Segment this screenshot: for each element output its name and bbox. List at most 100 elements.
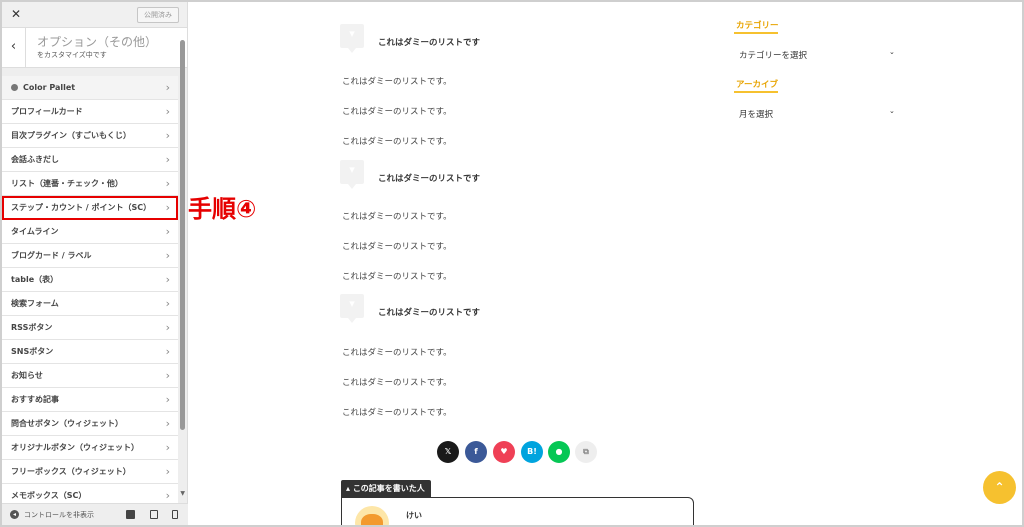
sidebar-item-contact-button[interactable]: 問合せボタン（ウィジェット） › — [2, 412, 178, 436]
mobile-preview-icon[interactable] — [172, 510, 178, 519]
chevron-right-icon: › — [165, 153, 170, 166]
list-icon: ▾ — [340, 160, 364, 189]
list-item: これはダミーのリストです。 — [342, 77, 452, 87]
close-icon[interactable]: ✕ — [11, 7, 21, 21]
chevron-right-icon: › — [165, 417, 170, 430]
avatar — [355, 506, 389, 527]
list-item: これはダミーのリストです。 — [342, 107, 452, 117]
category-widget-title: カテゴリー — [736, 21, 779, 31]
category-title-underline — [734, 32, 778, 34]
sidebar-item-table[interactable]: table（表） › — [2, 268, 178, 292]
list-title: これはダミーのリストです — [378, 38, 481, 48]
sidebar-item-profile-card[interactable]: プロフィールカード › — [2, 100, 178, 124]
sidebar-item-notice[interactable]: お知らせ › — [2, 364, 178, 388]
author-tag-label: この記事を書いた人 — [352, 484, 425, 493]
step-annotation: 手順④ — [188, 195, 257, 223]
chevron-right-icon: › — [165, 201, 170, 214]
sidebar-item-label: メモボックス（SC） — [11, 491, 87, 500]
hide-controls-icon[interactable]: ◂ — [10, 510, 19, 519]
published-button[interactable]: 公開済み — [137, 7, 179, 23]
sidebar-item-label: RSSボタン — [11, 323, 53, 332]
sidebar-item-timeline[interactable]: タイムライン › — [2, 220, 178, 244]
list-item: これはダミーのリストです。 — [342, 137, 452, 147]
sidebar-item-label: ステップ・カウント / ポイント（SC） — [11, 203, 152, 212]
x-icon: 𝕏 — [444, 447, 452, 456]
list-item: これはダミーのリストです。 — [342, 242, 452, 252]
list-icon: ▾ — [340, 294, 364, 323]
sidebar-item-speech-bubble[interactable]: 会話ふきだし › — [2, 148, 178, 172]
sidebar-item-label: リスト（連番・チェック・他） — [11, 179, 123, 188]
author-tag: ▴ この記事を書いた人 — [341, 480, 431, 497]
pocket-icon: ♥ — [500, 447, 508, 456]
tablet-preview-icon[interactable] — [150, 510, 158, 519]
option-list: Color Pallet › プロフィールカード › 目次プラグイン（すごいもくじ）… — [2, 76, 178, 508]
author-box: けい — [341, 497, 694, 527]
archive-select[interactable]: 月を選択 — [739, 108, 773, 120]
chevron-right-icon: › — [165, 249, 170, 262]
chevron-right-icon: › — [165, 321, 170, 334]
sidebar-item-label: ブログカード / ラベル — [11, 251, 92, 260]
section-subtitle: をカスタマイズ中です — [37, 51, 107, 59]
chevron-right-icon: › — [165, 297, 170, 310]
sidebar-item-step-count-point[interactable]: ステップ・カウント / ポイント（SC） › — [2, 196, 178, 220]
hatena-share-button[interactable]: B! — [521, 441, 543, 463]
archive-title-underline — [734, 91, 778, 93]
line-icon: ● — [555, 447, 563, 456]
sidebar-item-toc-plugin[interactable]: 目次プラグイン（すごいもくじ） › — [2, 124, 178, 148]
section-header: ‹ オプション（その他） をカスタマイズ中です — [2, 28, 187, 68]
sidebar-item-original-button[interactable]: オリジナルボタン（ウィジェット） › — [2, 436, 178, 460]
sidebar-item-color-pallet[interactable]: Color Pallet › — [2, 76, 178, 100]
chevron-right-icon: › — [165, 465, 170, 478]
sidebar-item-search-form[interactable]: 検索フォーム › — [2, 292, 178, 316]
copy-link-button[interactable]: ⧉ — [575, 441, 597, 463]
chevron-right-icon: › — [165, 345, 170, 358]
line-share-button[interactable]: ● — [548, 441, 570, 463]
user-icon: ▴ — [346, 484, 353, 493]
sidebar-item-label: オリジナルボタン（ウィジェット） — [11, 443, 139, 452]
author-name: けい — [406, 511, 422, 520]
chevron-down-icon[interactable]: ⌄ — [889, 48, 895, 56]
hide-controls-button[interactable]: コントロールを非表示 — [24, 510, 94, 520]
sidebar-item-label: SNSボタン — [11, 347, 54, 356]
list-item: これはダミーのリストです。 — [342, 408, 452, 418]
sidebar-footer: ◂ コントロールを非表示 — [2, 503, 188, 525]
back-to-top-button[interactable]: ⌃ — [983, 471, 1016, 504]
section-title: オプション（その他） — [37, 35, 158, 49]
pocket-share-button[interactable]: ♥ — [493, 441, 515, 463]
list-icon: ▾ — [340, 24, 364, 53]
sidebar-item-label: 検索フォーム — [11, 299, 59, 308]
archive-widget-title: アーカイブ — [736, 80, 778, 90]
copy-icon: ⧉ — [583, 447, 589, 456]
sidebar-item-label: 目次プラグイン（すごいもくじ） — [11, 131, 131, 140]
back-icon[interactable]: ‹ — [2, 28, 26, 68]
palette-icon — [11, 84, 18, 91]
chevron-right-icon: › — [165, 441, 170, 454]
category-select[interactable]: カテゴリーを選択 — [739, 49, 807, 61]
list-item: これはダミーのリストです。 — [342, 212, 452, 222]
sidebar-item-label: プロフィールカード — [11, 107, 83, 116]
list-item: これはダミーのリストです。 — [342, 272, 452, 282]
chevron-right-icon: › — [165, 369, 170, 382]
sidebar-item-label: フリーボックス（ウィジェット） — [11, 467, 131, 476]
chevron-down-icon[interactable]: ⌄ — [889, 107, 895, 115]
chevron-right-icon: › — [165, 273, 170, 286]
chevron-up-icon: ⌃ — [994, 480, 1005, 494]
scroll-down-icon[interactable]: ▼ — [180, 490, 185, 497]
x-share-button[interactable]: 𝕏 — [437, 441, 459, 463]
chevron-right-icon: › — [165, 129, 170, 142]
sidebar-item-blogcard-label[interactable]: ブログカード / ラベル › — [2, 244, 178, 268]
desktop-preview-icon[interactable] — [126, 510, 135, 519]
facebook-share-button[interactable]: f — [465, 441, 487, 463]
chevron-right-icon: › — [165, 225, 170, 238]
sidebar-scrollbar[interactable] — [180, 40, 185, 430]
customizer-topbar: ✕ 公開済み — [2, 2, 187, 28]
sidebar-item-free-box[interactable]: フリーボックス（ウィジェット） › — [2, 460, 178, 484]
sidebar-item-recommended[interactable]: おすすめ記事 › — [2, 388, 178, 412]
sidebar-item-list[interactable]: リスト（連番・チェック・他） › — [2, 172, 178, 196]
sidebar-item-rss-button[interactable]: RSSボタン › — [2, 316, 178, 340]
chevron-right-icon: › — [165, 105, 170, 118]
sidebar-item-sns-button[interactable]: SNSボタン › — [2, 340, 178, 364]
sidebar-item-label: Color Pallet — [23, 83, 76, 92]
sidebar-item-label: table（表） — [11, 275, 59, 284]
sidebar-item-label: 問合せボタン（ウィジェット） — [11, 419, 123, 428]
